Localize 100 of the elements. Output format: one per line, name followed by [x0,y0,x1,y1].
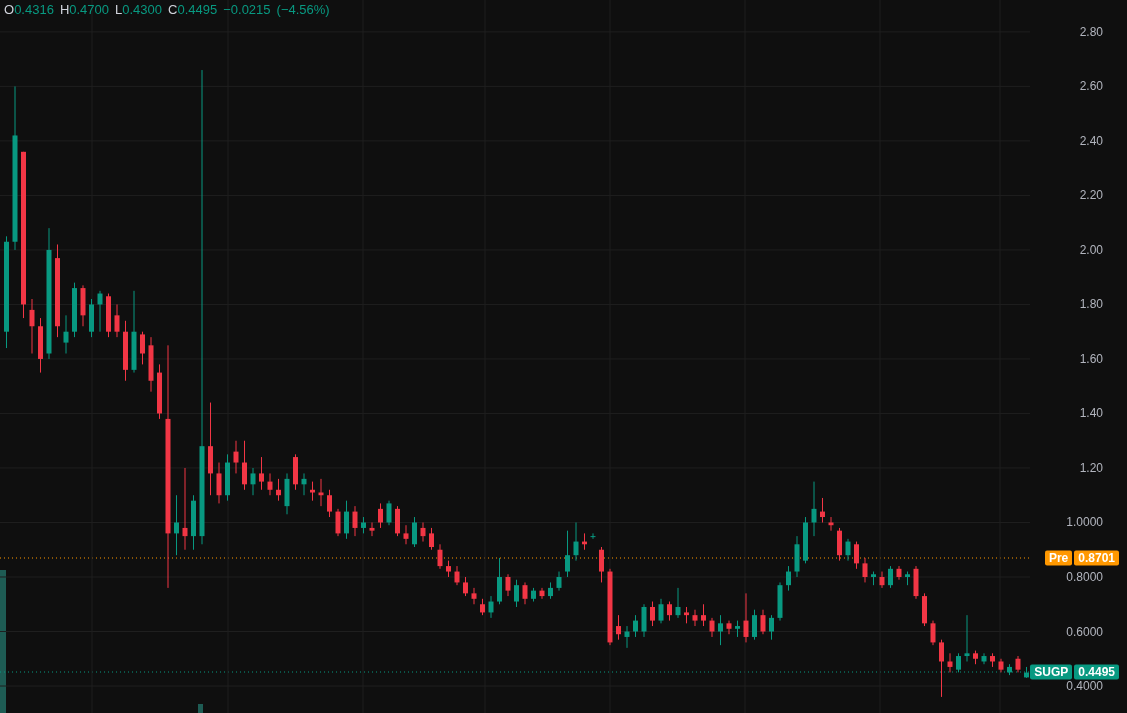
candle [539,587,545,600]
candle [471,587,477,605]
candle [522,581,528,605]
candle [1007,663,1012,676]
candle [352,505,358,537]
candle [123,320,128,382]
candle [786,565,791,592]
legend-label: C [168,2,178,17]
candle [505,573,511,597]
candle [386,500,392,526]
candle [267,472,273,496]
candle [259,456,264,491]
candle [896,565,902,581]
price-label: 1.60 [1079,351,1103,366]
candle [446,560,451,578]
price-label: 1.80 [1079,297,1103,312]
candle [242,440,247,491]
candle [38,317,43,374]
candle [565,530,570,578]
candle [327,489,332,518]
price-label: 0.6000 [1066,624,1103,639]
candle [233,440,239,474]
candle [361,516,366,534]
candle [378,502,383,529]
candle [548,581,553,600]
candle [845,538,851,562]
candle [709,617,715,638]
candle [905,571,910,586]
candle [658,598,664,624]
price-tag-label: Pre [1044,550,1073,566]
candle [395,505,400,537]
candle [310,481,315,502]
candle [63,314,69,354]
candle [777,581,783,622]
legend-label: H [59,2,70,17]
candle [463,576,468,597]
candle [114,303,120,338]
candle [752,609,757,641]
candle [250,467,256,496]
candle [191,494,196,551]
candle [301,472,307,496]
candle [454,565,460,586]
candle [947,652,953,673]
change-value: −0.0215 [223,2,271,17]
candle [862,557,868,583]
legend-label: O [4,2,15,17]
price-label: 2.60 [1079,79,1103,94]
candle [879,571,885,589]
candle [80,284,86,327]
candle [939,639,944,698]
candle [650,601,655,627]
price-label: 2.40 [1079,133,1103,148]
price-label: 1.20 [1079,460,1103,475]
candle [913,565,919,600]
candle [174,494,179,556]
candle [97,290,103,333]
candle [964,614,970,662]
candle [556,571,562,592]
candle [684,606,689,624]
candle [429,527,434,551]
candle [531,587,536,603]
candle [743,592,749,643]
candle [590,532,596,540]
candle [106,293,111,338]
candle [990,652,995,668]
candle [582,532,587,551]
candle [216,462,222,504]
candle [922,592,927,627]
candle [633,614,638,638]
candle [837,527,842,562]
candle [140,331,145,365]
price-tag-value: 0.8701 [1074,550,1119,566]
price-tag-value: 0.4495 [1074,664,1119,680]
candle [293,453,298,491]
price-label: 1.0000 [1066,515,1103,530]
candle [735,620,740,638]
candle [675,587,681,619]
candle [854,541,859,570]
candle [284,472,290,515]
candle [667,601,672,622]
candle [480,598,485,616]
candle [573,522,579,562]
legend-value: 0.4316 [14,2,54,17]
candle [811,481,817,537]
candle [726,620,732,635]
candle [1015,655,1021,673]
candle [488,595,494,619]
candle [344,500,349,540]
candle [888,565,893,589]
candle [794,535,800,578]
candle [514,579,519,608]
candle [930,620,936,646]
candle [369,522,375,537]
candle [828,516,834,532]
change-percent: (−4.56%) [276,2,330,17]
legend-value: 0.4700 [69,2,110,17]
candle [871,571,876,586]
candle [718,614,723,646]
candle [276,478,281,502]
candle [318,478,324,507]
